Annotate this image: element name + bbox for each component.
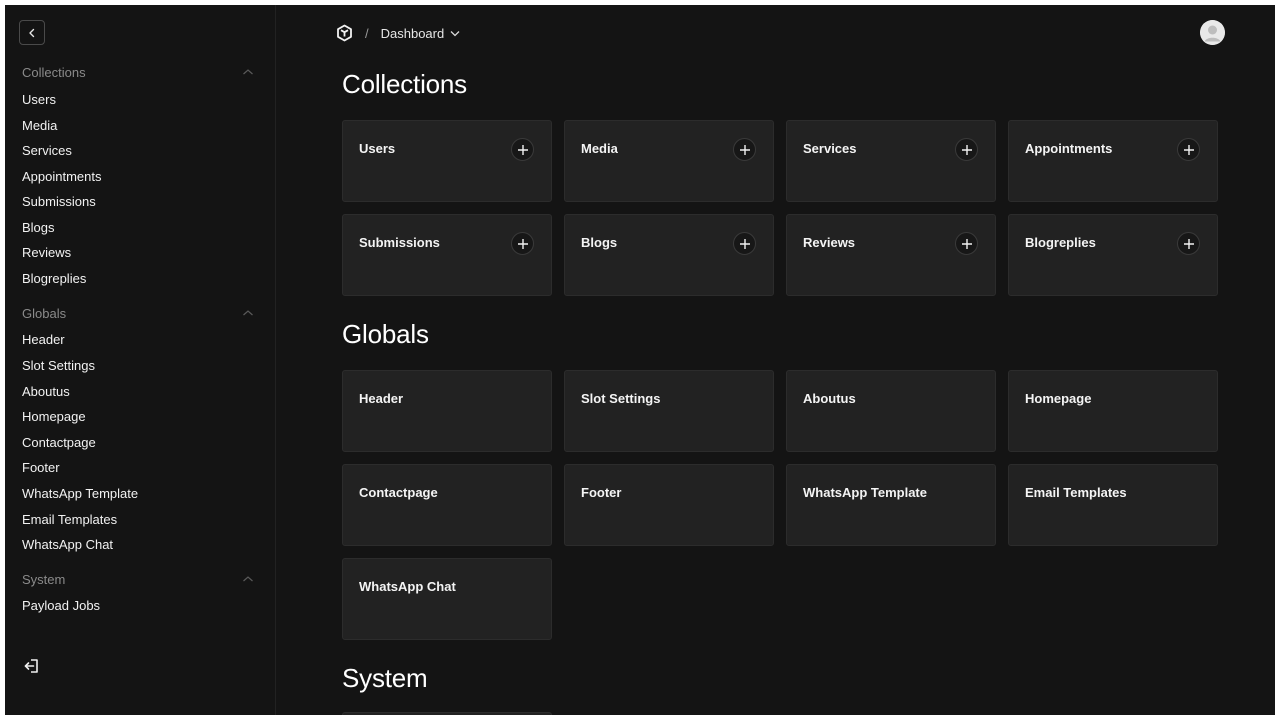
global-card-whatsapp-chat[interactable]: WhatsApp Chat xyxy=(342,558,552,640)
sidebar-item-blogs[interactable]: Blogs xyxy=(22,219,55,237)
collection-card-blogreplies[interactable]: Blogreplies xyxy=(1008,214,1218,296)
add-blogreplies-button[interactable] xyxy=(1177,232,1200,255)
card-label: Homepage xyxy=(1025,391,1092,406)
logo-icon[interactable] xyxy=(336,24,353,42)
section-title-collections: Collections xyxy=(342,69,467,99)
chevron-up-icon xyxy=(243,576,253,582)
logout-icon xyxy=(24,659,38,673)
global-card-aboutus[interactable]: Aboutus xyxy=(786,370,996,452)
breadcrumb: / Dashboard xyxy=(336,22,460,44)
plus-icon xyxy=(739,144,750,155)
add-blogs-button[interactable] xyxy=(733,232,756,255)
add-services-button[interactable] xyxy=(955,138,978,161)
global-card-contactpage[interactable]: Contactpage xyxy=(342,464,552,546)
breadcrumb-dashboard[interactable]: Dashboard xyxy=(381,26,461,41)
collapse-sidebar-button[interactable] xyxy=(19,20,45,45)
sidebar-item-email-templates[interactable]: Email Templates xyxy=(22,511,117,529)
collection-card-appointments[interactable]: Appointments xyxy=(1008,120,1218,202)
sidebar-group-label: System xyxy=(22,571,66,587)
plus-icon xyxy=(961,144,972,155)
breadcrumb-label: Dashboard xyxy=(380,25,445,41)
sidebar-group-system[interactable]: System xyxy=(22,570,254,588)
card-label: Blogs xyxy=(581,235,618,250)
card-label: WhatsApp Chat xyxy=(359,579,456,594)
collection-card-users[interactable]: Users xyxy=(342,120,552,202)
global-card-footer[interactable]: Footer xyxy=(564,464,774,546)
plus-icon xyxy=(1183,238,1194,249)
section-title-globals: Globals xyxy=(342,319,429,349)
sidebar: Collections Users Media Services Appoint… xyxy=(5,5,276,715)
sidebar-item-whatsapp-chat[interactable]: WhatsApp Chat xyxy=(22,536,113,554)
plus-icon xyxy=(739,238,750,249)
collection-card-reviews[interactable]: Reviews xyxy=(786,214,996,296)
chevron-up-icon xyxy=(243,310,253,316)
sidebar-item-whatsapp-template[interactable]: WhatsApp Template xyxy=(22,485,138,503)
sidebar-group-label: Globals xyxy=(22,305,67,321)
sidebar-item-media[interactable]: Media xyxy=(22,117,57,135)
sidebar-item-aboutus[interactable]: Aboutus xyxy=(22,383,70,401)
card-label: Email Templates xyxy=(1025,485,1127,500)
card-label: Submissions xyxy=(359,235,440,250)
system-card[interactable] xyxy=(342,712,552,715)
card-label: Aboutus xyxy=(803,391,856,406)
global-card-homepage[interactable]: Homepage xyxy=(1008,370,1218,452)
breadcrumb-separator: / xyxy=(365,25,369,41)
sidebar-item-payload-jobs[interactable]: Payload Jobs xyxy=(22,597,100,615)
chevron-left-icon xyxy=(29,28,35,37)
logout-button[interactable] xyxy=(23,657,43,677)
plus-icon xyxy=(517,144,528,155)
card-label: WhatsApp Template xyxy=(803,485,927,500)
add-media-button[interactable] xyxy=(733,138,756,161)
sidebar-item-submissions[interactable]: Submissions xyxy=(22,193,96,211)
sidebar-item-blogreplies[interactable]: Blogreplies xyxy=(22,270,86,288)
global-card-header[interactable]: Header xyxy=(342,370,552,452)
global-card-slot-settings[interactable]: Slot Settings xyxy=(564,370,774,452)
card-label: Header xyxy=(359,391,404,406)
card-label: Footer xyxy=(581,485,622,500)
collection-card-services[interactable]: Services xyxy=(786,120,996,202)
plus-icon xyxy=(961,238,972,249)
add-reviews-button[interactable] xyxy=(955,232,978,255)
sidebar-item-footer[interactable]: Footer xyxy=(22,459,60,477)
card-label: Media xyxy=(581,141,618,156)
global-card-email-templates[interactable]: Email Templates xyxy=(1008,464,1218,546)
app-window: Collections Users Media Services Appoint… xyxy=(5,5,1275,715)
sidebar-item-reviews[interactable]: Reviews xyxy=(22,244,71,262)
collection-card-submissions[interactable]: Submissions xyxy=(342,214,552,296)
card-label: Users xyxy=(359,141,396,156)
section-title-system: System xyxy=(342,663,428,693)
global-card-whatsapp-template[interactable]: WhatsApp Template xyxy=(786,464,996,546)
plus-icon xyxy=(517,238,528,249)
card-label: Services xyxy=(803,141,857,156)
add-users-button[interactable] xyxy=(511,138,534,161)
sidebar-item-slot-settings[interactable]: Slot Settings xyxy=(22,357,95,375)
avatar[interactable] xyxy=(1200,20,1225,45)
sidebar-group-label: Collections xyxy=(22,64,86,80)
card-label: Blogreplies xyxy=(1025,235,1096,250)
main-content: / Dashboard Collections Users Media Serv… xyxy=(276,5,1275,715)
sidebar-group-globals[interactable]: Globals xyxy=(22,304,254,322)
sidebar-item-appointments[interactable]: Appointments xyxy=(22,168,102,186)
avatar-icon xyxy=(1200,20,1225,45)
add-appointments-button[interactable] xyxy=(1177,138,1200,161)
add-submissions-button[interactable] xyxy=(511,232,534,255)
chevron-up-icon xyxy=(243,69,253,75)
chevron-down-icon xyxy=(450,30,460,36)
card-label: Appointments xyxy=(1025,141,1113,156)
plus-icon xyxy=(1183,144,1194,155)
collection-card-blogs[interactable]: Blogs xyxy=(564,214,774,296)
card-label: Contactpage xyxy=(359,485,438,500)
card-label: Slot Settings xyxy=(581,391,661,406)
collection-card-media[interactable]: Media xyxy=(564,120,774,202)
sidebar-item-users[interactable]: Users xyxy=(22,91,56,109)
sidebar-item-services[interactable]: Services xyxy=(22,142,72,160)
sidebar-group-collections[interactable]: Collections xyxy=(22,63,254,81)
sidebar-item-contactpage[interactable]: Contactpage xyxy=(22,434,96,452)
sidebar-item-header[interactable]: Header xyxy=(22,331,65,349)
sidebar-item-homepage[interactable]: Homepage xyxy=(22,408,86,426)
card-label: Reviews xyxy=(803,235,856,250)
